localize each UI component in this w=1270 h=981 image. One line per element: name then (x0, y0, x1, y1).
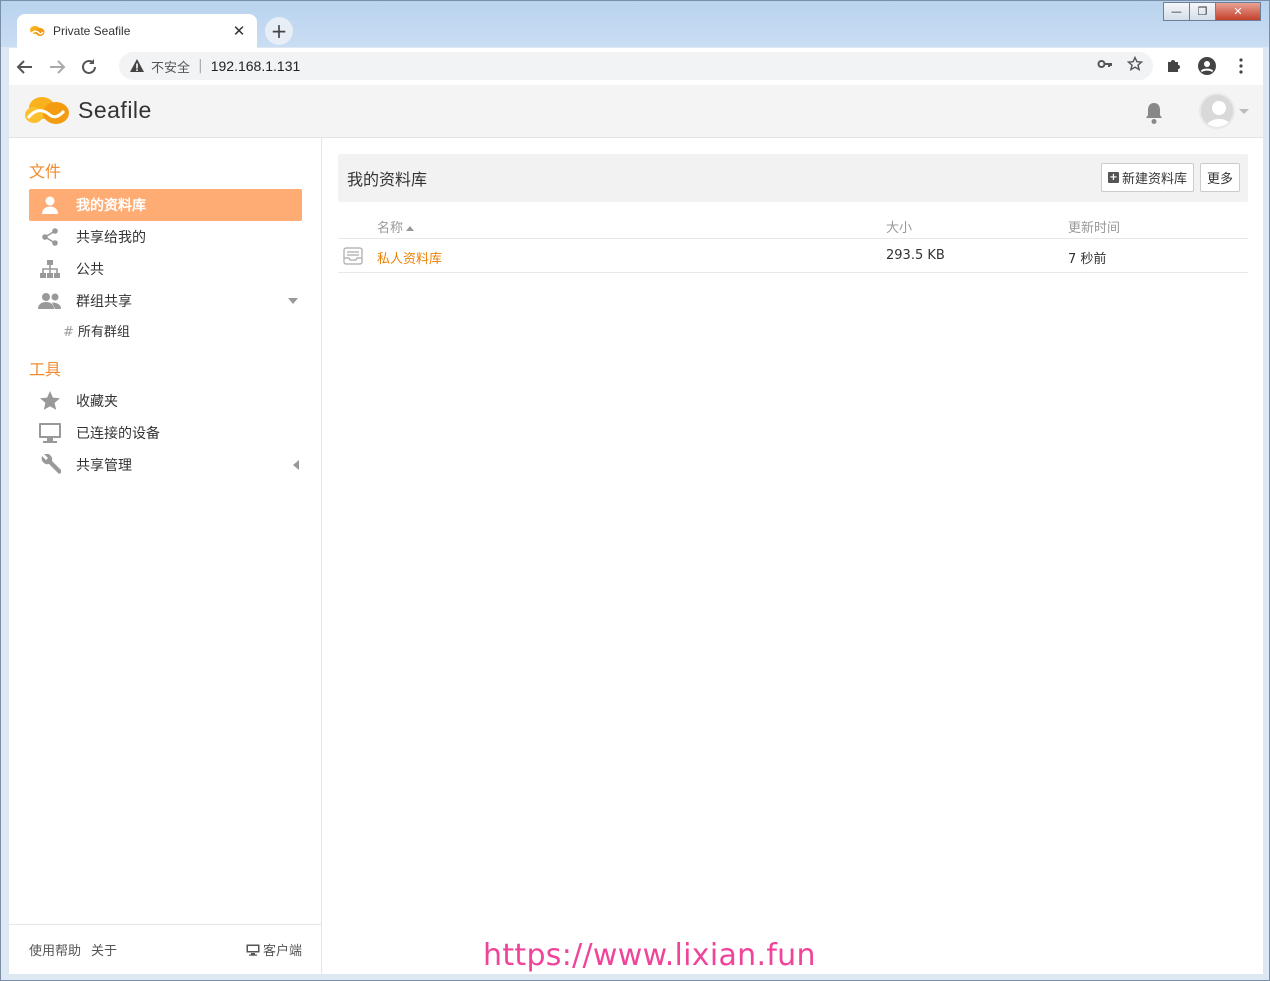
watermark-text: https://www.lixian.fun (483, 938, 816, 973)
new-library-label: 新建资料库 (1122, 172, 1188, 187)
tab-close-icon[interactable]: ✕ (227, 22, 251, 40)
browser-tab[interactable]: Private Seafile ✕ (17, 14, 257, 48)
sidebar-item-shared-with-me[interactable]: 共享给我的 (29, 221, 302, 253)
sidebar-item-devices[interactable]: 已连接的设备 (29, 417, 302, 449)
caret-left-icon[interactable] (293, 460, 299, 470)
back-icon[interactable] (9, 51, 41, 83)
sidebar-item-label: 共享给我的 (76, 230, 146, 246)
menu-kebab-icon[interactable] (1229, 54, 1253, 78)
sidebar-item-favorites[interactable]: 收藏夹 (29, 385, 302, 417)
new-library-button[interactable]: + 新建资料库 (1101, 163, 1195, 192)
column-name[interactable]: 名称 (377, 217, 415, 236)
seafile-favicon-icon (30, 26, 45, 36)
notification-bell-icon[interactable] (1143, 101, 1165, 125)
profile-icon[interactable] (1195, 54, 1219, 78)
sidebar-item-public[interactable]: 公共 (29, 253, 302, 285)
files-heading: 文件 (29, 162, 62, 181)
sidebar-item-groups[interactable]: 群组共享 (29, 285, 302, 317)
avatar[interactable] (1199, 93, 1235, 129)
omnibox-actions (1097, 55, 1144, 76)
library-size: 293.5 KB (886, 248, 945, 263)
browser-toolbar: 不安全 | 192.168.1.131 (9, 48, 1263, 85)
sort-up-icon (406, 226, 415, 231)
sidebar-footer: 使用帮助 关于 客户端 (9, 924, 322, 974)
column-size[interactable]: 大小 (886, 217, 912, 236)
sidebar-sub-label: 所有群组 (77, 325, 130, 340)
table-row[interactable]: 私人资料库 293.5 KB 7 秒前 (338, 239, 1248, 273)
extensions-puzzle-icon[interactable] (1161, 54, 1185, 78)
hash-icon: # (63, 325, 74, 340)
share-icon (37, 227, 63, 247)
sidebar-item-label: 我的资料库 (76, 198, 146, 214)
tab-title: Private Seafile (53, 24, 131, 38)
table-header: 名称 大小 更新时间 (338, 213, 1248, 239)
star-icon (37, 390, 63, 412)
sidebar-item-label: 共享管理 (76, 458, 132, 474)
main-panel: 我的资料库 + 新建资料库 更多 名称 大小 更新时间 私人资料库 293.5 … (338, 154, 1248, 273)
not-secure-label: 不安全 (151, 60, 191, 76)
seafile-logo-icon (25, 97, 69, 124)
tools-heading: 工具 (29, 360, 62, 379)
brand-name: Seafile (78, 96, 152, 123)
warning-icon[interactable] (129, 58, 145, 74)
main-header: 我的资料库 + 新建资料库 更多 (338, 154, 1248, 202)
key-icon[interactable] (1097, 56, 1113, 76)
library-name-link[interactable]: 私人资料库 (377, 248, 442, 267)
url-text[interactable]: 192.168.1.131 (211, 58, 301, 74)
column-name-label: 名称 (377, 221, 404, 236)
about-link[interactable]: 关于 (91, 940, 117, 959)
new-tab-button[interactable]: + (265, 17, 293, 45)
chevron-down-icon (1239, 108, 1249, 114)
group-icon (37, 292, 63, 310)
user-icon (37, 195, 63, 215)
sidebar: 文件 我的资料库 共享给我的 公共 群组共享 # 所有群组 工具 收藏夹 已连接… (9, 138, 322, 974)
page-title: 我的资料库 (347, 170, 428, 189)
reload-icon[interactable] (73, 51, 105, 83)
column-updated[interactable]: 更新时间 (1068, 217, 1120, 236)
sidebar-item-my-libraries[interactable]: 我的资料库 (29, 189, 302, 221)
toolbar-right (1161, 54, 1253, 78)
browser-window: — ❐ ✕ Private Seafile ✕ + 不安全 | 192.168.… (0, 0, 1270, 981)
address-bar[interactable]: 不安全 | 192.168.1.131 (119, 52, 1153, 80)
sidebar-item-label: 已连接的设备 (76, 426, 160, 442)
restore-button[interactable]: ❐ (1189, 2, 1216, 21)
user-menu[interactable] (1199, 93, 1249, 129)
more-label: 更多 (1207, 172, 1234, 187)
minimize-button[interactable]: — (1163, 2, 1190, 21)
monitor-icon (37, 422, 63, 444)
plus-square-icon: + (1108, 172, 1119, 183)
app-header: Seafile (9, 85, 1263, 138)
window-controls: — ❐ ✕ (1163, 2, 1261, 21)
default-avatar-icon (1201, 95, 1233, 127)
caret-down-icon[interactable] (288, 298, 298, 304)
seafile-app: Seafile 文件 我的资料库 共享给我的 公共 群组共享 # 所有群组 工具… (9, 85, 1263, 974)
client-label: 客户端 (262, 944, 302, 959)
sidebar-item-all-groups[interactable]: # 所有群组 (63, 321, 130, 340)
library-updated: 7 秒前 (1068, 252, 1107, 267)
forward-icon[interactable] (41, 51, 73, 83)
sidebar-item-label: 公共 (76, 262, 104, 278)
org-chart-icon (37, 259, 63, 279)
close-window-button[interactable]: ✕ (1215, 2, 1261, 21)
star-bookmark-icon[interactable] (1126, 55, 1144, 76)
client-link[interactable]: 客户端 (246, 940, 302, 959)
library-table: 名称 大小 更新时间 私人资料库 293.5 KB 7 秒前 (338, 213, 1248, 273)
sidebar-item-label: 收藏夹 (76, 394, 118, 410)
sidebar-item-label: 群组共享 (76, 294, 132, 310)
wrench-icon (37, 454, 63, 476)
sidebar-item-share-admin[interactable]: 共享管理 (29, 449, 302, 481)
address-separator: | (198, 58, 203, 74)
desktop-icon (246, 944, 260, 956)
library-icon (343, 247, 363, 265)
help-link[interactable]: 使用帮助 (29, 940, 81, 959)
seafile-logo[interactable]: Seafile (24, 93, 152, 127)
more-button[interactable]: 更多 (1200, 163, 1241, 192)
